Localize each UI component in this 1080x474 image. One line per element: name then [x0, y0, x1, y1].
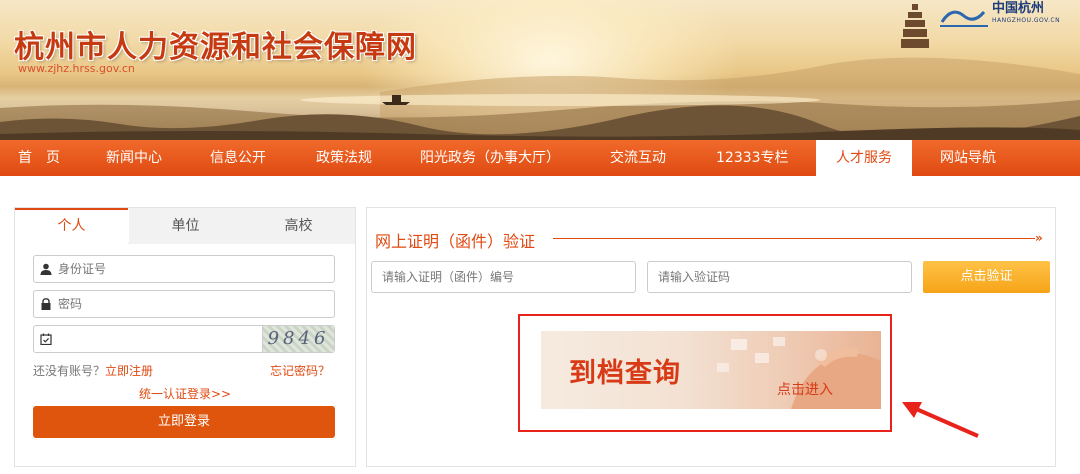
nav-item-12333[interactable]: 12333专栏: [716, 140, 789, 176]
no-account-text: 还没有账号？: [33, 364, 106, 378]
tab-university[interactable]: 高校: [242, 208, 355, 244]
city-logo-text: 中国杭州: [992, 1, 1045, 16]
nav-item-public-info[interactable]: 信息公开: [210, 140, 266, 176]
nav-item-talent-services[interactable]: 人才服务: [816, 140, 912, 176]
captcha-image[interactable]: 9846: [262, 326, 334, 352]
nav-item-home[interactable]: 首 页: [18, 140, 60, 176]
password-input[interactable]: [58, 291, 328, 317]
boat-icon: [382, 95, 410, 105]
register-link[interactable]: 立即注册: [105, 364, 153, 378]
pagoda-icon: [901, 4, 929, 48]
calendar-check-icon: [40, 333, 52, 345]
verify-button[interactable]: 点击验证: [923, 261, 1050, 293]
login-button[interactable]: 立即登录: [33, 406, 335, 438]
click-to-enter-label: 点击进入: [777, 382, 833, 398]
captcha-input[interactable]: [58, 326, 254, 352]
annotation-arrow-icon: [902, 402, 979, 438]
forgot-password-link[interactable]: 忘记密码？: [270, 362, 330, 379]
lock-icon: [41, 298, 51, 310]
verification-code-input[interactable]: [648, 262, 911, 292]
site-url: www.zjhz.hrss.gov.cn: [18, 62, 135, 75]
archive-query-banner[interactable]: 到档查询 点击进入: [541, 331, 881, 409]
no-account-prompt: 还没有账号？立即注册: [33, 362, 153, 379]
tab-organization[interactable]: 单位: [129, 208, 242, 244]
login-tabs: 个人 单位 高校: [15, 208, 355, 245]
site-title: 杭州市人力资源和社会保障网: [14, 30, 417, 65]
login-panel: 个人 单位 高校 9846 还没有账号？立即注册 忘记密码？ 统一认证登录>> …: [14, 207, 356, 467]
id-number-input[interactable]: [58, 256, 328, 282]
main-nav: 首 页 新闻中心 信息公开 政策法规 阳光政务（办事大厅） 交流互动 12333…: [0, 140, 1080, 176]
nav-item-news[interactable]: 新闻中心: [106, 140, 162, 176]
password-field: [33, 290, 335, 318]
certificate-number-field: [371, 261, 636, 293]
user-icon: [40, 263, 52, 275]
nav-item-policies[interactable]: 政策法规: [316, 140, 372, 176]
double-chevron-right-icon: »: [1035, 231, 1043, 245]
nav-item-service-hall[interactable]: 阳光政务（办事大厅）: [420, 140, 560, 176]
verification-code-field: [647, 261, 912, 293]
certificate-number-input[interactable]: [372, 262, 635, 292]
unified-login-link[interactable]: 统一认证登录>>: [139, 385, 231, 402]
tab-personal[interactable]: 个人: [15, 208, 128, 245]
verify-title-divider: [553, 238, 1035, 239]
header-banner: 杭州市人力资源和社会保障网 www.zjhz.hrss.gov.cn 中国杭州 …: [0, 0, 1080, 140]
nav-item-interaction[interactable]: 交流互动: [610, 140, 666, 176]
id-number-field: [33, 255, 335, 283]
verify-title: 网上证明（函件）验证: [375, 232, 536, 251]
nav-item-site-map[interactable]: 网站导航: [940, 140, 996, 176]
city-logo-domain: HANGZHOU.GOV.CN: [992, 17, 1061, 24]
archive-query-title: 到档查询: [569, 358, 681, 389]
captcha-field: 9846: [33, 325, 335, 353]
